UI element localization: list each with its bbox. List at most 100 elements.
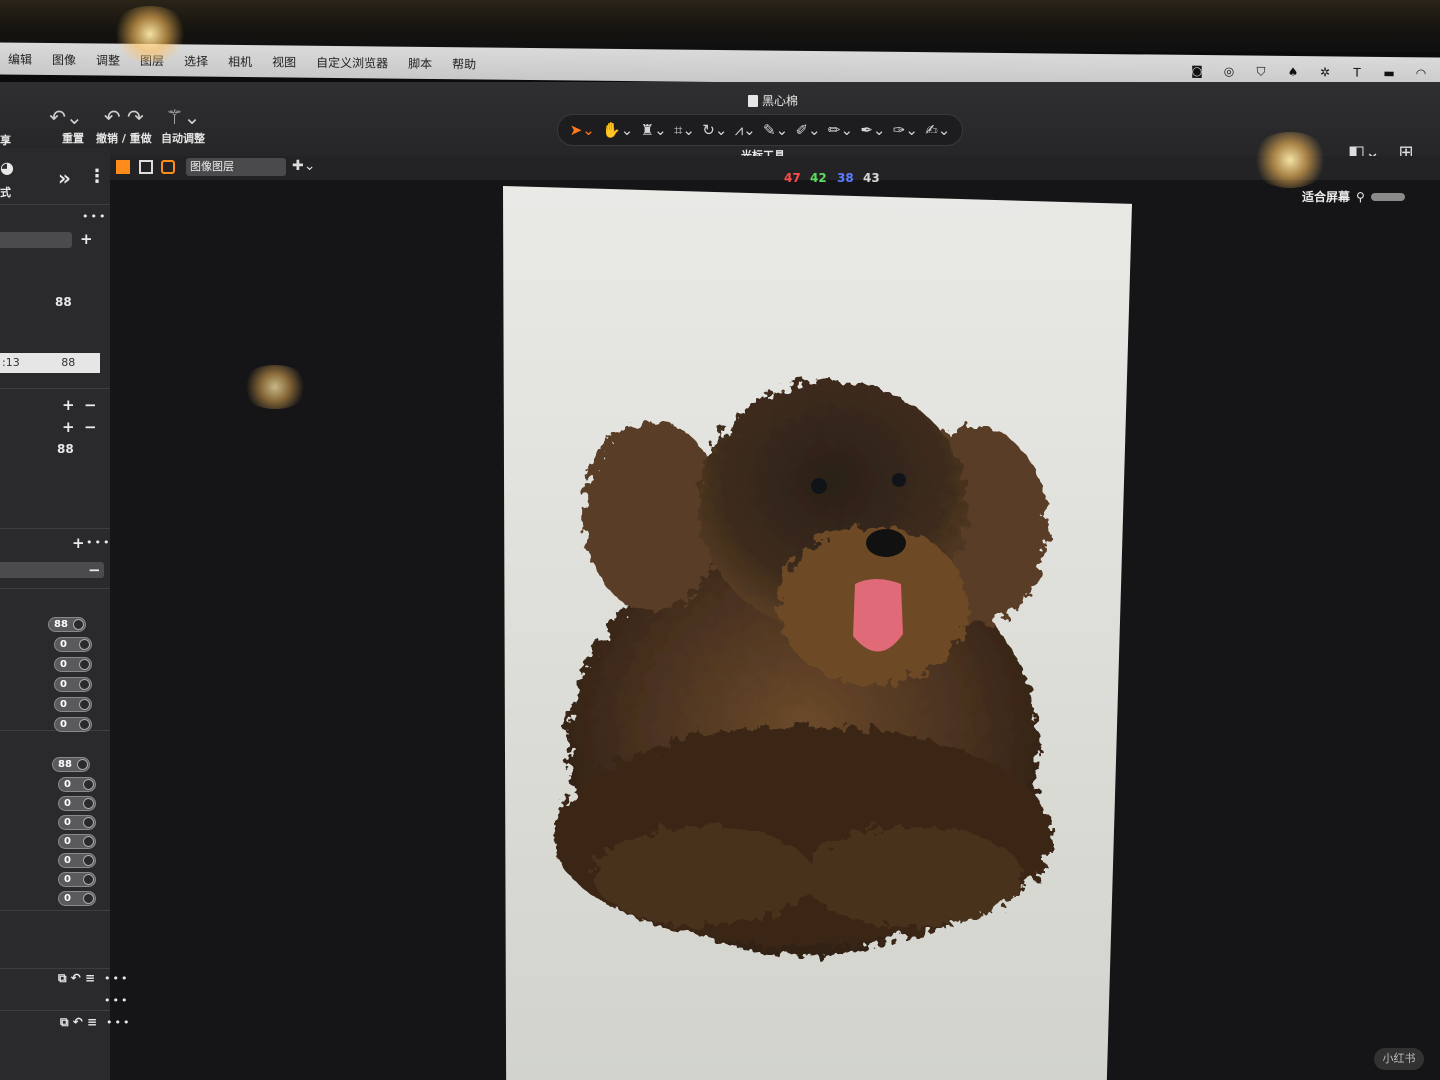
undo-redo-button[interactable]: ↶ ↷ 撤销 / 重做 [96, 104, 152, 146]
shield-icon[interactable]: ⛉ [1252, 65, 1270, 79]
network-icon[interactable]: ✲ [1316, 65, 1334, 79]
wifi-icon[interactable]: ◠ [1412, 66, 1430, 80]
toggle-value: 0 [60, 699, 67, 710]
cursor-tools-group: ➤⌄ ✋⌄ ♜⌄ ⌗⌄ ↻⌄ ⩘⌄ ✎⌄ ✐⌄ ✏⌄ ✒⌄ ✑⌄ ✍⌄ [557, 114, 963, 146]
toggle[interactable]: 0 [58, 796, 96, 811]
toggle[interactable]: 0 [54, 697, 92, 712]
proof-view-icon[interactable] [161, 160, 175, 174]
document-title-text: 黑心棉 [762, 94, 799, 108]
toggle[interactable]: 0 [54, 657, 92, 672]
more-icon[interactable]: ••• [104, 994, 129, 1007]
style-icon[interactable]: ◕ [0, 158, 14, 177]
menu-adjust[interactable]: 调整 [96, 51, 120, 68]
expand-icon[interactable]: » [58, 166, 71, 190]
toggle[interactable]: 0 [54, 717, 92, 732]
eraser-tool-icon[interactable]: ✐⌄ [795, 121, 820, 139]
dog-tongue [853, 579, 903, 652]
heal-tool-icon[interactable]: ✑⌄ [893, 121, 918, 139]
photo-canvas[interactable] [503, 186, 1132, 1080]
toggle[interactable]: 0 [58, 872, 96, 887]
toggle[interactable]: 88 [52, 757, 90, 772]
app-icon[interactable]: ◙ [1188, 64, 1206, 78]
remove-button[interactable]: − [84, 418, 97, 436]
toggle-value: 0 [64, 874, 71, 885]
menu-edit[interactable]: 编辑 [8, 50, 32, 67]
toggle-knob [83, 874, 94, 885]
menu-help[interactable]: 帮助 [452, 55, 476, 72]
sidebar-label-top: 享 [0, 134, 11, 147]
zoom-slider[interactable] [1370, 192, 1405, 201]
sidebar-label-mode: 式 [0, 186, 11, 199]
add-button[interactable]: + [62, 396, 75, 414]
single-view-icon[interactable] [139, 160, 153, 174]
dog-body [553, 381, 1053, 956]
remove-button[interactable]: − [88, 561, 101, 579]
multi-view-icon[interactable] [116, 160, 130, 174]
toggle[interactable]: 0 [58, 891, 96, 906]
row-time: :13 [2, 356, 20, 369]
rgb-green-value: 42 [810, 171, 827, 185]
add-button[interactable]: + [72, 534, 85, 552]
gradient-tool-icon[interactable]: ✒⌄ [860, 121, 885, 139]
brush-tool-icon[interactable]: ✎⌄ [763, 121, 788, 139]
add-button[interactable]: + [62, 418, 75, 436]
document-icon [748, 94, 758, 107]
toggle[interactable]: 0 [58, 777, 96, 792]
toggle[interactable]: 0 [58, 853, 96, 868]
pointer-tool-icon[interactable]: ➤⌄ [570, 121, 595, 139]
add-layer-button[interactable]: ✚⌄ [292, 158, 315, 174]
toggle-knob [83, 779, 94, 790]
menu-layer[interactable]: 图层 [140, 51, 164, 68]
creative-cloud-icon[interactable]: ◎ [1220, 64, 1238, 78]
toggle[interactable]: 88 [48, 617, 86, 632]
fit-to-screen[interactable]: 适合屏幕 ⚲ [1302, 188, 1405, 205]
rgb-alpha-value: 43 [863, 171, 880, 185]
toggle-knob [79, 679, 90, 690]
sidebar-divider [0, 968, 110, 969]
picker-tool-icon[interactable]: ✍⌄ [925, 121, 950, 139]
layer-actions-icons[interactable]: ⧉ ↶ ≡ [58, 971, 95, 986]
hand-tool-icon[interactable]: ✋⌄ [602, 121, 633, 139]
battery-icon[interactable]: ▬ [1380, 66, 1398, 80]
mask-tool-icon[interactable]: ✏⌄ [828, 121, 853, 139]
notification-icon[interactable]: ♠ [1284, 65, 1302, 79]
auto-adjust-label: 自动调整 [161, 132, 205, 145]
sidebar-value-a: 88 [55, 295, 72, 309]
toggle-value: 0 [64, 836, 71, 847]
layer-actions-icons[interactable]: ⧉ ↶ ≡ [60, 1015, 97, 1030]
crop-tool-icon[interactable]: ⌗⌄ [674, 121, 695, 139]
reset-button[interactable]: ↶⌄ 重置 [48, 104, 84, 146]
menu-select[interactable]: 选择 [184, 52, 208, 69]
remove-button[interactable]: − [84, 396, 97, 414]
more-icon[interactable]: ••• [106, 1016, 131, 1029]
more-icon[interactable]: ••• [82, 210, 107, 223]
rotate-tool-icon[interactable]: ↻⌄ [702, 121, 727, 139]
toggle-knob [79, 659, 90, 670]
sidebar-dropdown[interactable] [0, 232, 72, 248]
keystone-tool-icon[interactable]: ⩘⌄ [735, 121, 756, 139]
text-icon[interactable]: T [1348, 66, 1366, 80]
menu-image[interactable]: 图像 [52, 51, 76, 68]
rgb-blue-value: 38 [837, 171, 854, 185]
toggle[interactable]: 0 [54, 637, 92, 652]
add-button[interactable]: + [80, 230, 93, 248]
watermark: 小红书 [1374, 1048, 1424, 1070]
more-icon[interactable]: ••• [86, 536, 111, 549]
more-icon[interactable]: ••• [104, 972, 129, 985]
selected-row[interactable]: :13 88 [0, 353, 100, 373]
auto-adjust-button[interactable]: ⚚⌄ 自动调整 [161, 104, 205, 146]
toggle-value: 88 [54, 619, 68, 630]
sidebar-divider [0, 910, 110, 911]
layer-select[interactable]: 图像图层 [186, 158, 286, 176]
toggle[interactable]: 0 [54, 677, 92, 692]
menu-custom-browser[interactable]: 自定义浏览器 [316, 53, 388, 71]
stamp-tool-icon[interactable]: ♜⌄ [641, 121, 667, 139]
menu-script[interactable]: 脚本 [408, 54, 432, 71]
menu-view[interactable]: 视图 [272, 53, 296, 70]
menu-camera[interactable]: 相机 [228, 52, 252, 69]
more-vertical-icon[interactable]: ⋮ [88, 166, 106, 187]
toggle[interactable]: 0 [58, 834, 96, 849]
zoom-icon[interactable]: ⚲ [1356, 190, 1365, 204]
toggle-knob [79, 699, 90, 710]
toggle[interactable]: 0 [58, 815, 96, 830]
